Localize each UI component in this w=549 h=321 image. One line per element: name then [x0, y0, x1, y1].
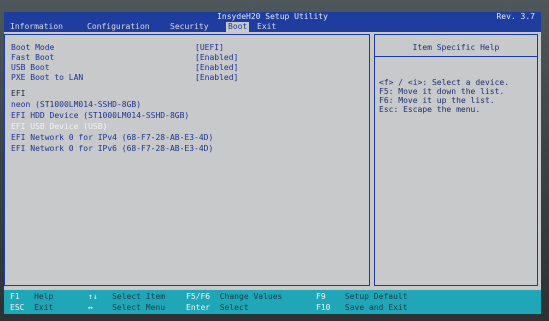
menu-exit[interactable]: Exit: [257, 22, 276, 32]
bios-setup-window: InsydeH20 Setup Utility Rev. 3.7 Informa…: [4, 12, 541, 314]
leftright-arrows-icon: ↔: [88, 303, 93, 312]
esc-key: ESC: [10, 303, 25, 312]
help-panel-title: Item Specific Help: [412, 43, 500, 52]
fast-boot-value[interactable]: [Enabled]: [195, 53, 238, 63]
footer-enter: Enter Select: [186, 302, 249, 313]
footer-f5f6: F5/F6 Change Values: [186, 291, 282, 302]
menu-configuration[interactable]: Configuration: [87, 22, 150, 32]
boot-device-item[interactable]: neon (ST1000LM014-SSHD-8GB): [11, 100, 141, 110]
boot-mode-label: Boot Mode: [11, 43, 55, 52]
menu-bar: Information Configuration Security Boot …: [4, 22, 541, 32]
esc-desc: Exit: [34, 303, 54, 312]
footer-f10: F10 Save and Exit: [316, 302, 408, 313]
f9-desc: Setup Default: [344, 292, 408, 301]
usb-boot-label: USB Boot: [11, 63, 50, 72]
key-help-bar: F1 Help ESC Exit ↑↓ Select Item ↔ Select…: [4, 290, 541, 314]
efi-section-heading: EFI: [11, 89, 26, 98]
footer-leftright: ↔ Select Menu: [88, 302, 165, 313]
monitor-screen: InsydeH20 Setup Utility Rev. 3.7 Informa…: [0, 0, 549, 321]
f1-desc: Help: [34, 292, 54, 301]
footer-f1: F1 Help: [10, 291, 53, 302]
menu-boot[interactable]: Boot: [226, 22, 250, 32]
enter-desc: Select: [219, 303, 249, 312]
f5f6-desc: Change Values: [219, 292, 283, 301]
f5f6-key: F5/F6: [186, 292, 211, 301]
pxe-boot-label: PXE Boot to LAN: [11, 73, 84, 82]
leftright-desc: Select Menu: [112, 303, 166, 312]
fast-boot-label: Fast Boot: [11, 53, 55, 62]
app-title: InsydeH20 Setup Utility: [217, 12, 328, 21]
boot-device-item-selected[interactable]: EFI USB Device (USB): [11, 122, 107, 132]
revision-label: Rev. 3.7: [496, 12, 535, 21]
boot-device-item[interactable]: EFI HDD Device (ST1000LM014-SSHD-8GB): [11, 111, 189, 121]
help-panel-divider: [375, 56, 537, 57]
help-line: Esc: Escape the menu.: [379, 105, 481, 114]
boot-device-item[interactable]: EFI Network 0 for IPv6 (68-F7-28-AB-E3-4…: [11, 144, 213, 154]
boot-device-item[interactable]: EFI Network 0 for IPv4 (68-F7-28-AB-E3-4…: [11, 133, 213, 143]
f10-desc: Save and Exit: [344, 303, 408, 312]
pxe-boot-value[interactable]: [Enabled]: [195, 73, 238, 83]
boot-mode-value[interactable]: [UEFI]: [195, 43, 224, 53]
footer-esc: ESC Exit: [10, 302, 53, 313]
footer-f9: F9 Setup Default: [316, 291, 408, 302]
f10-key: F10: [316, 303, 331, 312]
f9-key: F9: [316, 292, 326, 301]
title-bar: InsydeH20 Setup Utility Rev. 3.7: [4, 12, 541, 22]
updown-arrows-icon: ↑↓: [88, 292, 98, 301]
footer-updown: ↑↓ Select Item: [88, 291, 165, 302]
updown-desc: Select Item: [112, 292, 166, 301]
menu-information[interactable]: Information: [10, 22, 63, 32]
f1-key: F1: [10, 292, 20, 301]
menu-security[interactable]: Security: [170, 22, 209, 32]
help-panel: Item Specific Help <f> / <i>: Select a d…: [374, 34, 538, 286]
usb-boot-value[interactable]: [Enabled]: [195, 63, 238, 73]
enter-key: Enter: [186, 303, 211, 312]
boot-settings-panel: Boot Mode [UEFI] Fast Boot [Enabled] USB…: [4, 34, 370, 286]
